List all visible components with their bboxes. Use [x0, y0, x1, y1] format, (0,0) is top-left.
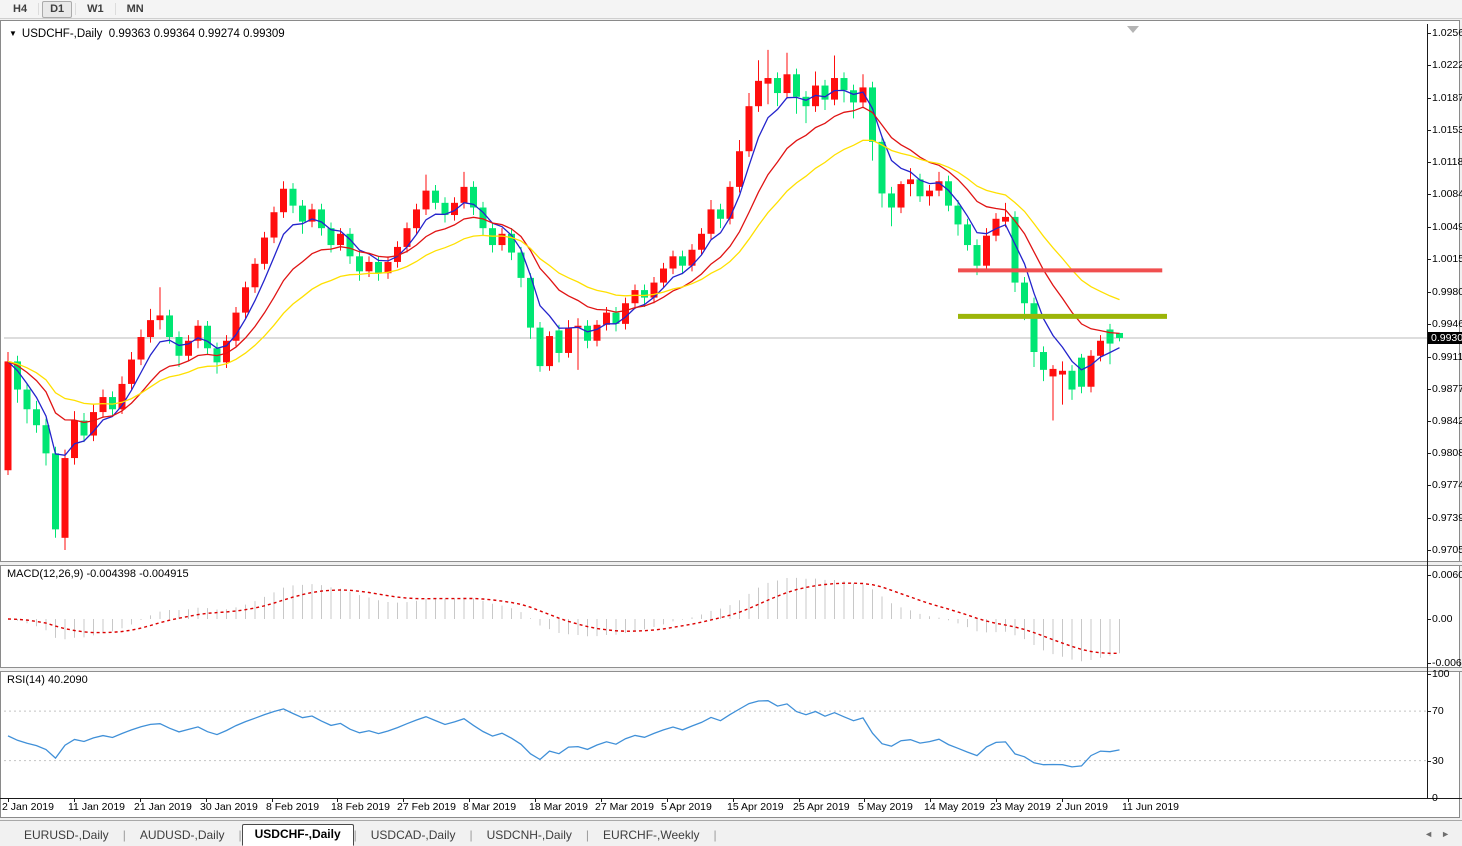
date-axis-label: 2 Jun 2019	[1056, 801, 1108, 813]
date-axis-label: 18 Feb 2019	[331, 801, 390, 813]
price-axis-label: 0.99800	[1432, 286, 1462, 298]
chart-shift-marker-icon[interactable]	[1127, 26, 1139, 33]
price-axis-label-tick	[1427, 389, 1431, 390]
price-axis-label-tick	[1427, 227, 1431, 228]
price-axis-label: 1.01180	[1432, 156, 1462, 168]
price-chart-canvas[interactable]	[0, 24, 1462, 561]
date-axis-label: 23 May 2019	[990, 801, 1051, 813]
tab-divider: |	[714, 828, 717, 846]
price-axis-label: 1.02560	[1432, 27, 1462, 39]
chart-title: ▼ USDCHF-,Daily 0.99363 0.99364 0.99274 0…	[9, 28, 285, 40]
price-axis-label: 1.02220	[1432, 59, 1462, 71]
price-axis-label: 0.98770	[1432, 383, 1462, 395]
date-axis-label: 15 Apr 2019	[727, 801, 784, 813]
application-window: H4 D1 W1 MN ▼ USDCHF-,Daily 0.99363 0.99364 …	[0, 0, 1462, 846]
chart-tab-usdchf-daily[interactable]: USDCHF-,Daily	[242, 824, 354, 846]
rsi-axis-label-tick	[1427, 711, 1431, 712]
date-axis-label: 11 Jan 2019	[68, 801, 125, 813]
price-axis-label: 1.01870	[1432, 92, 1462, 104]
date-axis-label: 8 Mar 2019	[463, 801, 516, 813]
rsi-axis-label: 100	[1432, 668, 1450, 680]
date-axis-border	[0, 798, 1462, 799]
rsi-axis-label: 30	[1432, 755, 1444, 767]
chart-tab-eurusd-daily[interactable]: EURUSD-,Daily	[10, 826, 123, 846]
price-axis-label-tick	[1427, 292, 1431, 293]
date-axis-label: 27 Feb 2019	[397, 801, 456, 813]
macd-label: MACD(12,26,9) -0.004398 -0.004915	[7, 568, 189, 580]
macd-axis-label-tick	[1427, 619, 1431, 620]
date-axis-label: 2 Jan 2019	[2, 801, 54, 813]
chart-tab-bar: EURUSD-,Daily|AUDUSD-,Daily|USDCHF-,Dail…	[0, 820, 1462, 846]
price-axis-label: 0.97390	[1432, 512, 1462, 524]
chart-tab-eurchf-weekly[interactable]: EURCHF-,Weekly	[589, 826, 713, 846]
date-axis-label: 18 Mar 2019	[529, 801, 588, 813]
rsi-axis-label-tick	[1427, 798, 1431, 799]
date-axis-label: 27 Mar 2019	[595, 801, 654, 813]
rsi-axis-label-tick	[1427, 761, 1431, 762]
price-axis-label-tick	[1427, 194, 1431, 195]
price-axis-label-tick	[1427, 98, 1431, 99]
price-axis-label: 0.98420	[1432, 415, 1462, 427]
price-axis-label-tick	[1427, 162, 1431, 163]
price-axis-label: 0.97740	[1432, 479, 1462, 491]
rsi-label: RSI(14) 40.2090	[7, 674, 88, 686]
current-price-tag: 0.99309	[1428, 332, 1462, 344]
rsi-axis-label: 70	[1432, 705, 1444, 717]
date-axis-label: 14 May 2019	[924, 801, 985, 813]
toolbar-separator	[75, 3, 76, 15]
price-axis-label-tick	[1427, 324, 1431, 325]
tab-scroll-arrows[interactable]: ◄►	[1424, 829, 1458, 839]
tab-scroll-left-icon[interactable]: ◄	[1424, 829, 1441, 839]
price-axis-label: 1.00840	[1432, 188, 1462, 200]
timeframe-toolbar: H4 D1 W1 MN	[0, 0, 1462, 19]
price-axis-label: 0.99110	[1432, 351, 1462, 363]
price-axis-label-tick	[1427, 259, 1431, 260]
macd-axis-label: 0.00	[1432, 613, 1452, 625]
price-axis-label-tick	[1427, 130, 1431, 131]
tab-scroll-right-icon[interactable]: ►	[1441, 829, 1458, 839]
price-axis-label-tick	[1427, 550, 1431, 551]
rsi-axis-label: 0	[1432, 792, 1438, 804]
price-axis-label: 0.99460	[1432, 318, 1462, 330]
price-axis-label: 1.01530	[1432, 124, 1462, 136]
price-axis-label-tick	[1427, 518, 1431, 519]
chart-tab-usdcad-daily[interactable]: USDCAD-,Daily	[357, 826, 470, 846]
price-axis-label-tick	[1427, 65, 1431, 66]
price-axis-label-tick	[1427, 33, 1431, 34]
rsi-axis-label-tick	[1427, 674, 1431, 675]
price-axis-label: 0.98080	[1432, 447, 1462, 459]
date-axis-label: 21 Jan 2019	[134, 801, 192, 813]
date-axis-label: 5 Apr 2019	[661, 801, 712, 813]
timeframe-button-w1[interactable]: W1	[79, 1, 112, 18]
date-axis-label: 25 Apr 2019	[793, 801, 850, 813]
chart-tab-audusd-daily[interactable]: AUDUSD-,Daily	[126, 826, 239, 846]
date-axis-label: 5 May 2019	[858, 801, 913, 813]
timeframe-button-h4[interactable]: H4	[5, 1, 35, 18]
date-axis-label: 11 Jun 2019	[1122, 801, 1179, 813]
date-axis-label: 8 Feb 2019	[266, 801, 319, 813]
price-axis-border	[1427, 24, 1428, 798]
macd-canvas[interactable]	[0, 566, 1462, 667]
chart-tab-usdcnh-daily[interactable]: USDCNH-,Daily	[473, 826, 586, 846]
price-axis-label: 0.97050	[1432, 544, 1462, 556]
toolbar-separator	[38, 3, 39, 15]
price-axis-label-tick	[1427, 357, 1431, 358]
collapse-arrow-icon[interactable]: ▼	[9, 29, 17, 38]
price-axis-label: 1.00490	[1432, 221, 1462, 233]
price-axis-label-tick	[1427, 453, 1431, 454]
timeframe-button-d1[interactable]: D1	[42, 1, 72, 18]
price-axis-label-tick	[1427, 485, 1431, 486]
toolbar-separator	[115, 3, 116, 15]
chart-title-text: USDCHF-,Daily 0.99363 0.99364 0.99274 0.…	[22, 28, 285, 40]
macd-axis-label: 0.006058	[1432, 569, 1462, 581]
price-axis-label-tick	[1427, 421, 1431, 422]
timeframe-button-mn[interactable]: MN	[119, 1, 152, 18]
macd-axis-label-tick	[1427, 575, 1431, 576]
price-axis-label: 1.00150	[1432, 253, 1462, 265]
rsi-canvas[interactable]	[0, 672, 1462, 798]
macd-axis-label-tick	[1427, 663, 1431, 664]
date-axis-label: 30 Jan 2019	[200, 801, 258, 813]
